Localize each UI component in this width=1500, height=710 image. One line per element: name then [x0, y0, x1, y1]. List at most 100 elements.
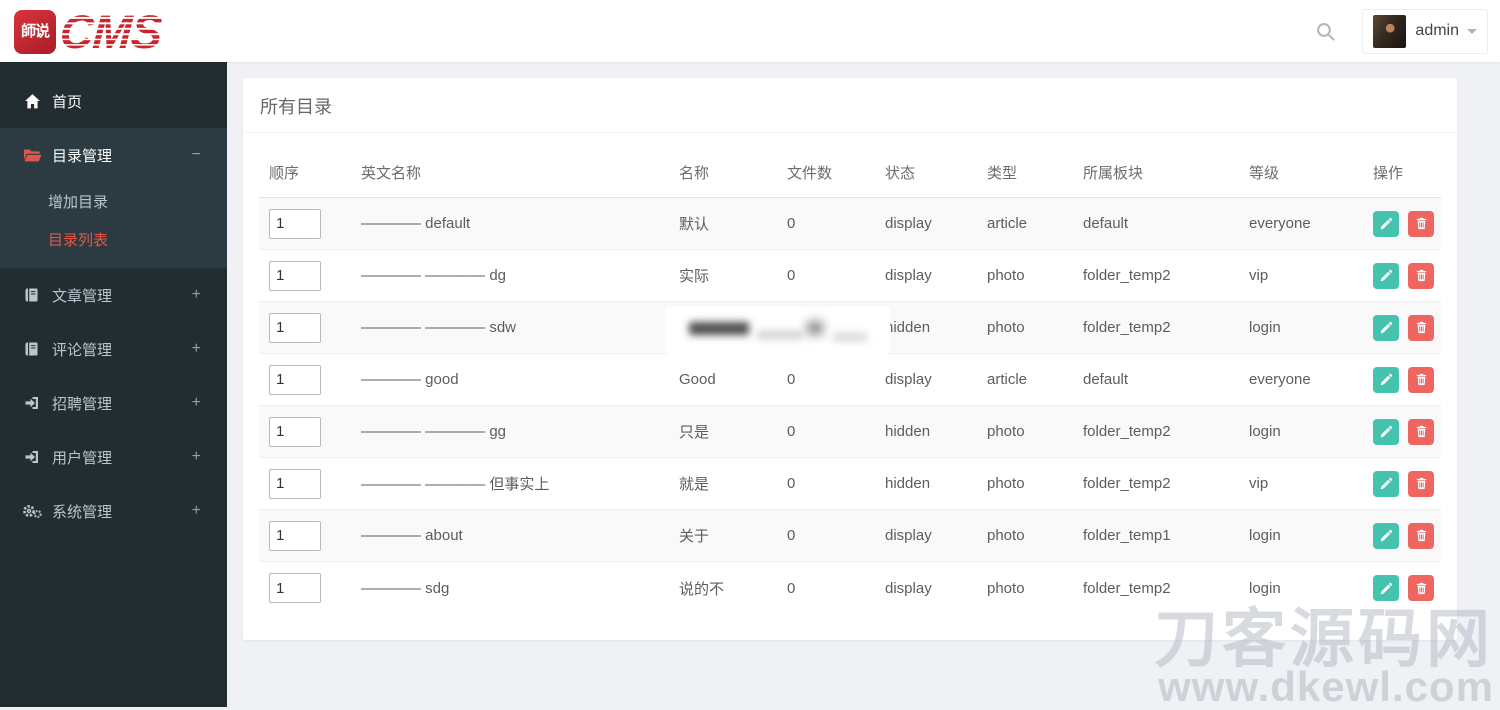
main-content: 所有目录 顺序 英文名称 名称 文件数 状态 类型 所属板块 等 [227, 62, 1500, 707]
order-input[interactable] [269, 261, 321, 291]
type-cell: photo [987, 510, 1083, 562]
level-cell: login [1249, 406, 1373, 458]
directory-table: 顺序 英文名称 名称 文件数 状态 类型 所属板块 等级 操作 ———— def… [259, 147, 1441, 614]
topbar: 師说 CMS admin [0, 0, 1500, 62]
sidebar-subitem-add-directory[interactable]: 增加目录 [0, 182, 227, 220]
sidebar-item-label: 招聘管理 [52, 393, 112, 414]
level-cell: everyone [1249, 354, 1373, 406]
board-cell: folder_temp2 [1083, 458, 1249, 510]
header-status: 状态 [885, 147, 987, 198]
table-row: ———— sdg 说的不 0 display photo folder_temp… [259, 562, 1441, 614]
sidebar-item-system-management[interactable]: 系统管理 + [0, 484, 227, 538]
user-menu[interactable]: admin [1362, 9, 1488, 54]
actions-cell [1373, 458, 1441, 510]
order-cell [259, 406, 361, 458]
directory-card: 所有目录 顺序 英文名称 名称 文件数 状态 类型 所属板块 等 [243, 78, 1457, 640]
sidebar-item-label: 系统管理 [52, 501, 112, 522]
header-files: 文件数 [787, 147, 885, 198]
edit-button[interactable] [1373, 471, 1399, 497]
header-level: 等级 [1249, 147, 1373, 198]
delete-button[interactable] [1408, 211, 1434, 237]
order-input[interactable] [269, 417, 321, 447]
edit-button[interactable] [1373, 419, 1399, 445]
edit-button[interactable] [1373, 315, 1399, 341]
board-cell: default [1083, 354, 1249, 406]
expand-plus-icon[interactable]: + [192, 286, 201, 304]
header-en-name: 英文名称 [361, 147, 679, 198]
board-cell: folder_temp2 [1083, 302, 1249, 354]
delete-button[interactable] [1408, 575, 1434, 601]
en-name-cell: ———— ———— gg [361, 406, 679, 458]
expand-plus-icon[interactable]: + [192, 394, 201, 412]
edit-button[interactable] [1373, 575, 1399, 601]
table-row: ———— ———— gg 只是 0 hidden photo folder_te… [259, 406, 1441, 458]
book-icon [22, 287, 42, 303]
order-input[interactable] [269, 209, 321, 239]
sidebar-item-comment-management[interactable]: 评论管理 + [0, 322, 227, 376]
subitem-label: 增加目录 [48, 191, 108, 212]
sidebar-item-label: 文章管理 [52, 285, 112, 306]
order-cell [259, 250, 361, 302]
delete-button[interactable] [1408, 523, 1434, 549]
delete-button[interactable] [1408, 367, 1434, 393]
order-input[interactable] [269, 573, 321, 603]
board-cell: folder_temp2 [1083, 562, 1249, 614]
search-icon [1315, 21, 1336, 42]
edit-button[interactable] [1373, 367, 1399, 393]
level-cell: login [1249, 510, 1373, 562]
en-name-cell: ———— ———— sdw [361, 302, 679, 354]
actions-cell [1373, 562, 1441, 614]
expand-plus-icon[interactable]: + [192, 448, 201, 466]
search-button[interactable] [1315, 21, 1336, 42]
pencil-icon [1380, 425, 1393, 438]
pencil-icon [1380, 269, 1393, 282]
collapse-minus-icon[interactable]: − [192, 146, 201, 164]
type-cell: photo [987, 458, 1083, 510]
type-cell: photo [987, 302, 1083, 354]
sidebar-item-recruit-management[interactable]: 招聘管理 + [0, 376, 227, 430]
trash-icon [1415, 529, 1428, 542]
files-cell: 0 [787, 406, 885, 458]
level-cell: vip [1249, 250, 1373, 302]
order-cell [259, 562, 361, 614]
sidebar-subitem-directory-list[interactable]: 目录列表 [0, 220, 227, 258]
table-row: ———— ———— dg 实际 0 display photo folder_t… [259, 250, 1441, 302]
delete-button[interactable] [1408, 471, 1434, 497]
delete-button[interactable] [1408, 315, 1434, 341]
type-cell: photo [987, 406, 1083, 458]
order-input[interactable] [269, 469, 321, 499]
folder-open-icon [22, 148, 42, 163]
en-name-cell: ———— default [361, 198, 679, 250]
table-row: ———— ———— sdw hidden photo folder_temp2 … [259, 302, 1441, 354]
sidebar-item-home[interactable]: 首页 [0, 74, 227, 128]
delete-button[interactable] [1408, 263, 1434, 289]
subitem-label: 目录列表 [48, 229, 108, 250]
sidebar-item-label: 首页 [52, 91, 82, 112]
expand-plus-icon[interactable]: + [192, 502, 201, 520]
board-cell: folder_temp2 [1083, 250, 1249, 302]
sidebar-item-user-management[interactable]: 用户管理 + [0, 430, 227, 484]
page-title: 所有目录 [243, 78, 1457, 133]
files-cell: 0 [787, 458, 885, 510]
trash-icon [1415, 269, 1428, 282]
edit-button[interactable] [1373, 263, 1399, 289]
order-input[interactable] [269, 521, 321, 551]
sidebar-item-article-management[interactable]: 文章管理 + [0, 268, 227, 322]
expand-plus-icon[interactable]: + [192, 340, 201, 358]
edit-button[interactable] [1373, 523, 1399, 549]
name-cell: 说的不 [679, 562, 787, 614]
user-name: admin [1415, 22, 1459, 40]
edit-button[interactable] [1373, 211, 1399, 237]
trash-icon [1415, 321, 1428, 334]
order-input[interactable] [269, 365, 321, 395]
sidebar-item-directory-management[interactable]: 目录管理 − [0, 128, 227, 182]
app-logo[interactable]: 師说 CMS [14, 8, 161, 55]
delete-button[interactable] [1408, 419, 1434, 445]
sidebar-item-label: 评论管理 [52, 339, 112, 360]
files-cell: 0 [787, 250, 885, 302]
order-input[interactable] [269, 313, 321, 343]
name-cell: 实际 [679, 250, 787, 302]
sidebar-item-label: 用户管理 [52, 447, 112, 468]
order-cell [259, 302, 361, 354]
table-row: ———— about 关于 0 display photo folder_tem… [259, 510, 1441, 562]
